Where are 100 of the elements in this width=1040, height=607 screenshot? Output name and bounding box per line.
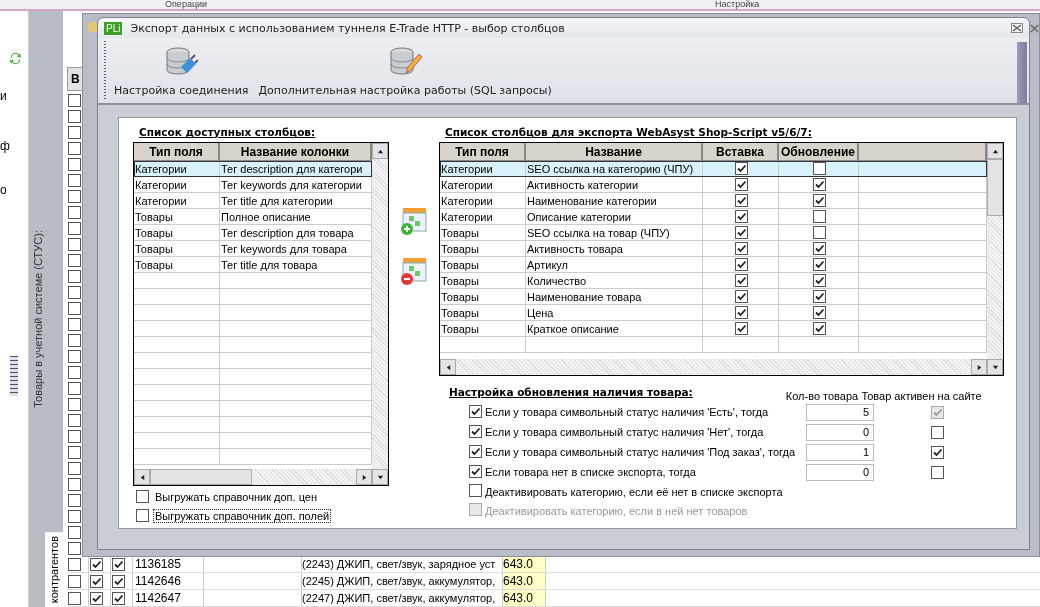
table-row[interactable]: Товары Наименование товара xyxy=(440,289,987,305)
checkbox[interactable] xyxy=(734,242,748,255)
checkbox[interactable] xyxy=(68,125,81,139)
splitter-grip[interactable] xyxy=(10,356,18,396)
checkbox[interactable] xyxy=(930,445,944,459)
checkbox[interactable] xyxy=(812,322,826,335)
checkbox[interactable] xyxy=(68,477,81,491)
checkbox[interactable] xyxy=(68,365,81,379)
checkbox[interactable] xyxy=(68,461,81,475)
table-row[interactable]: Товары Тег keywords для товара xyxy=(134,241,372,257)
checkbox[interactable] xyxy=(68,189,81,203)
checkbox[interactable] xyxy=(812,194,826,207)
checkbox[interactable] xyxy=(136,509,149,522)
checkbox[interactable] xyxy=(68,269,81,283)
checkbox[interactable] xyxy=(812,178,826,191)
vertical-scrollbar[interactable] xyxy=(987,143,1003,375)
checkbox[interactable] xyxy=(734,210,748,223)
checkbox[interactable] xyxy=(68,93,81,107)
checkbox-label[interactable]: Если товара нет в списке экспорта, тогда xyxy=(485,466,803,478)
checkbox[interactable] xyxy=(90,591,103,605)
vertical-scrollbar[interactable] xyxy=(372,143,388,485)
side-tab[interactable]: контрагентов xyxy=(45,531,63,607)
checkbox[interactable] xyxy=(930,425,944,439)
checkbox[interactable] xyxy=(734,274,748,287)
checkbox[interactable] xyxy=(469,445,482,458)
table-row[interactable]: Категории SEO ссылка на категорию (ЧПУ) xyxy=(440,161,987,177)
table-row[interactable]: Товары Количество xyxy=(440,273,987,289)
table-row[interactable]: Категории Тег title для категории xyxy=(134,193,372,209)
checkbox[interactable] xyxy=(90,574,103,588)
checkbox-label[interactable]: Если у товара символьный статус наличия 'Под заказ', тогда xyxy=(485,446,803,458)
checkbox-label[interactable]: Если у товара символьный статус наличия 'Нет', тогда xyxy=(485,426,803,438)
checkbox[interactable] xyxy=(68,285,81,299)
checkbox[interactable] xyxy=(812,242,826,255)
checkbox[interactable] xyxy=(112,557,125,571)
checkbox[interactable] xyxy=(812,258,826,271)
checkbox[interactable] xyxy=(68,301,81,315)
horizontal-scrollbar[interactable] xyxy=(440,359,987,375)
checkbox-label[interactable]: Деактивировать категорию, если её нет в списке экспорта xyxy=(485,485,803,498)
close-icon[interactable] xyxy=(1030,24,1039,33)
checkbox[interactable] xyxy=(136,490,149,503)
checkbox[interactable] xyxy=(734,162,748,175)
checkbox[interactable] xyxy=(112,574,125,588)
table-row[interactable]: Категории Тег keywords для категории xyxy=(134,177,372,193)
checkbox[interactable] xyxy=(68,397,81,411)
checkbox[interactable] xyxy=(469,484,482,497)
table-row[interactable]: Товары Тег description для товара xyxy=(134,225,372,241)
checkbox[interactable] xyxy=(812,274,826,287)
table-row[interactable]: Категории Тег description для категори xyxy=(134,161,372,177)
checkbox[interactable] xyxy=(734,226,748,239)
checkbox-label[interactable]: Если у товара символьный статус наличия 'Есть', тогда xyxy=(485,406,803,418)
checkbox[interactable] xyxy=(68,381,81,395)
checkbox[interactable] xyxy=(68,157,81,171)
checkbox[interactable] xyxy=(734,194,748,207)
checkbox[interactable] xyxy=(68,221,81,235)
checkbox[interactable] xyxy=(812,226,826,239)
table-row[interactable]: Товары Артикул xyxy=(440,257,987,273)
checkbox-label[interactable]: Выгружать справочник доп. полей xyxy=(153,508,332,523)
close-icon[interactable] xyxy=(1011,23,1023,34)
column-header[interactable]: В xyxy=(67,67,84,91)
checkbox[interactable] xyxy=(68,237,81,251)
quantity-field[interactable]: 0 xyxy=(806,423,874,441)
checkbox[interactable] xyxy=(469,465,482,478)
quantity-field[interactable]: 1 xyxy=(806,443,874,461)
checkbox-label[interactable]: Выгружать справочник доп. цен xyxy=(153,489,319,504)
table-row[interactable]: Категории Наименование категории xyxy=(440,193,987,209)
checkbox[interactable] xyxy=(68,349,81,363)
checkbox[interactable] xyxy=(734,322,748,335)
checkbox[interactable] xyxy=(90,557,103,571)
checkbox[interactable] xyxy=(68,445,81,459)
checkbox[interactable] xyxy=(68,205,81,219)
checkbox[interactable] xyxy=(812,162,826,175)
checkbox[interactable] xyxy=(930,465,944,479)
add-column-icon[interactable] xyxy=(399,206,427,236)
table-row[interactable]: Товары Цена xyxy=(440,305,987,321)
checkbox[interactable] xyxy=(68,493,81,507)
checkbox[interactable] xyxy=(68,317,81,331)
checkbox[interactable] xyxy=(68,557,81,571)
side-tab[interactable]: Товары в учетной системе (СТУС): xyxy=(29,226,47,412)
table-row[interactable]: Товары Полное описание xyxy=(134,209,372,225)
quantity-field[interactable]: 0 xyxy=(806,463,874,481)
checkbox[interactable] xyxy=(734,290,748,303)
quantity-field[interactable]: 5 xyxy=(806,403,874,421)
horizontal-scrollbar[interactable] xyxy=(134,469,372,485)
refresh-icon[interactable] xyxy=(8,51,23,66)
checkbox[interactable] xyxy=(469,405,482,418)
checkbox[interactable] xyxy=(812,290,826,303)
scroll-thumb[interactable] xyxy=(987,159,1003,216)
checkbox[interactable] xyxy=(68,109,81,123)
table-row[interactable]: Категории Активность категории xyxy=(440,177,987,193)
checkbox[interactable] xyxy=(734,258,748,271)
table-row[interactable]: Товары SEO ссылка на товар (ЧПУ) xyxy=(440,225,987,241)
checkbox[interactable] xyxy=(469,425,482,438)
checkbox[interactable] xyxy=(812,210,826,223)
checkbox[interactable] xyxy=(68,173,81,187)
checkbox[interactable] xyxy=(68,429,81,443)
checkbox[interactable] xyxy=(68,253,81,267)
toolbar-button[interactable]: Дополнительная настройка работы (SQL запросы) xyxy=(256,42,554,99)
table-row[interactable]: Товары Краткое описание xyxy=(440,321,987,337)
checkbox[interactable] xyxy=(68,525,81,539)
checkbox[interactable] xyxy=(734,306,748,319)
